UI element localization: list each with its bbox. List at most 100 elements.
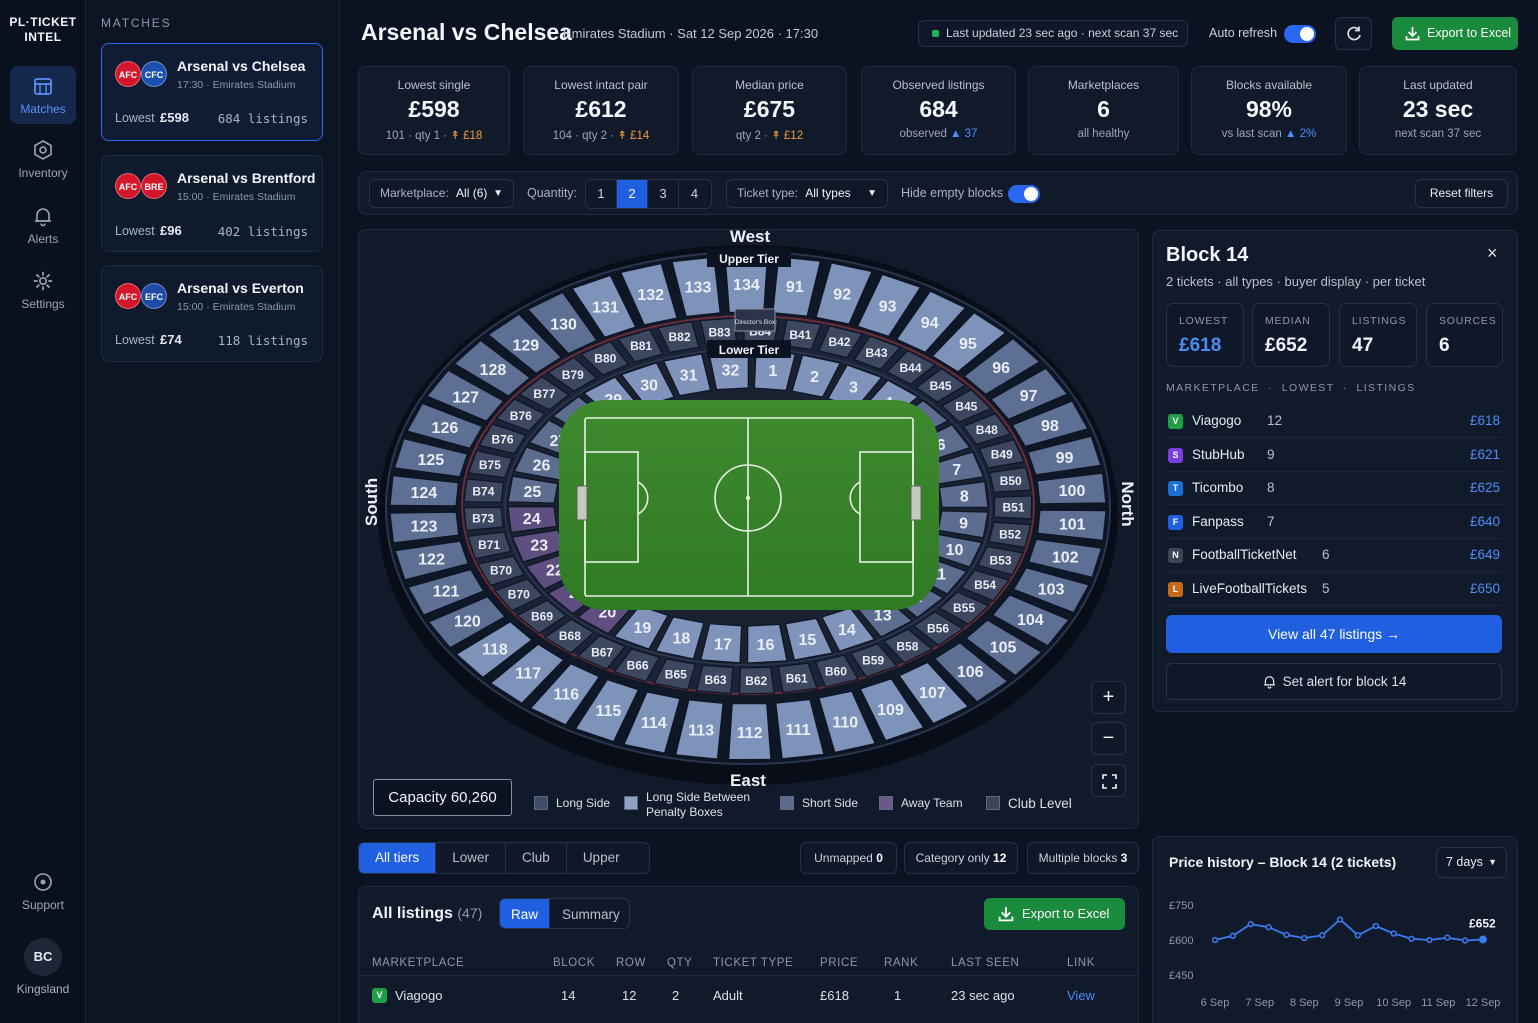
zoom-out-button[interactable]: − — [1091, 722, 1126, 755]
auto-refresh-toggle[interactable] — [1284, 25, 1316, 43]
reset-filters-button[interactable]: Reset filters — [1415, 179, 1508, 208]
price-point[interactable] — [1283, 931, 1290, 939]
block-detail-panel: Block 14 2 tickets · all types · buyer d… — [1152, 230, 1518, 712]
view-all-listings-button[interactable]: View all 47 listings → — [1166, 615, 1502, 653]
marketplace-row[interactable]: V Viagogo 12 £618 — [1166, 405, 1502, 438]
unmapped-chip[interactable]: Unmapped 0 — [800, 842, 897, 874]
view-raw[interactable]: Raw — [500, 899, 551, 928]
tab-all-tiers[interactable]: All tiers — [359, 843, 437, 873]
price-point[interactable] — [1247, 920, 1254, 928]
kpi-sub: vs last scan ▲ 2% — [1221, 128, 1317, 140]
quantity-option-4[interactable]: 4 — [679, 180, 710, 208]
seat-block-label: 97 — [1020, 388, 1038, 405]
seat-block-label: B49 — [991, 448, 1013, 462]
away-team-badge: CFC — [141, 61, 167, 87]
price-point[interactable] — [1336, 916, 1344, 923]
column-header[interactable]: LAST SEEN — [951, 957, 1019, 969]
marketplace-price[interactable]: £650 — [1470, 581, 1500, 596]
fullscreen-button[interactable] — [1091, 764, 1126, 797]
price-point[interactable] — [1372, 922, 1379, 930]
price-point[interactable] — [1444, 934, 1451, 941]
close-icon[interactable]: × — [1487, 243, 1498, 264]
cell-link[interactable]: View — [1067, 988, 1095, 1003]
price-point[interactable] — [1319, 932, 1326, 939]
price-point[interactable] — [1426, 936, 1433, 944]
nav-item-inventory[interactable]: Inventory — [10, 130, 76, 188]
match-card-brentford[interactable]: AFC BRE Arsenal vs Brentford 15:00 · Emi… — [101, 155, 323, 252]
tab-club[interactable]: Club — [506, 843, 567, 873]
nav-item-settings[interactable]: Settings — [10, 261, 76, 319]
column-header[interactable]: QTY — [667, 957, 692, 969]
seat-block-label: B68 — [559, 629, 581, 643]
column-header[interactable]: MARKETPLACE — [372, 957, 464, 969]
seat-block-label: 8 — [960, 489, 969, 506]
range-select[interactable]: 7 days ▼ — [1436, 847, 1507, 878]
nav-item-support[interactable]: Support — [10, 862, 76, 922]
price-point[interactable] — [1301, 934, 1308, 942]
table-row[interactable]: V Viagogo 14 12 2 Adult £618 1 23 sec ago View — [359, 976, 1138, 1016]
marketplace-row[interactable]: N FootballTicketNet 6 £649 — [1166, 539, 1502, 573]
marketplace-price[interactable]: £640 — [1470, 514, 1500, 529]
nav-item-matches[interactable]: Matches — [10, 66, 76, 124]
price-point[interactable] — [1265, 924, 1272, 931]
category-only-chip[interactable]: Category only 12 — [904, 842, 1018, 874]
ticket-type-select[interactable]: Ticket type: All types ▼ — [726, 179, 888, 208]
price-point[interactable] — [1354, 932, 1362, 939]
quantity-option-3[interactable]: 3 — [648, 180, 679, 208]
quantity-option-1[interactable]: 1 — [586, 180, 617, 208]
export-excel-button[interactable]: Export to Excel — [1392, 17, 1518, 50]
avatar[interactable]: BC — [24, 938, 62, 976]
quantity-segmented: 1234 — [585, 179, 712, 209]
tab-lower[interactable]: Lower — [436, 843, 507, 873]
marketplace-price[interactable]: £621 — [1470, 447, 1500, 462]
seat-block-label: 25 — [524, 484, 542, 501]
seat-block-label: B81 — [630, 339, 652, 353]
column-header[interactable]: RANK — [884, 957, 918, 969]
seat-block-label: 104 — [1017, 612, 1044, 629]
home-team-badge: AFC — [115, 283, 141, 309]
marketplace-price[interactable]: £618 — [1470, 413, 1500, 428]
tab-upper[interactable]: Upper — [567, 843, 636, 873]
marketplace-price[interactable]: £625 — [1470, 480, 1500, 495]
column-header[interactable]: BLOCK — [553, 957, 595, 969]
seat-block-label: 16 — [757, 637, 775, 654]
price-point[interactable] — [1211, 936, 1219, 944]
column-header[interactable]: LINK — [1067, 957, 1095, 969]
price-point[interactable] — [1479, 935, 1487, 944]
match-card-everton[interactable]: AFC EFC Arsenal vs Everton 15:00 · Emira… — [101, 265, 323, 362]
price-point[interactable] — [1390, 930, 1397, 937]
quantity-option-2[interactable]: 2 — [617, 180, 648, 208]
hide-empty-toggle[interactable] — [1008, 185, 1040, 203]
marketplace-select[interactable]: Marketplace: All (6) ▼ — [369, 179, 514, 208]
match-card-chelsea[interactable]: AFC CFC Arsenal vs Chelsea 17:30 · Emira… — [101, 43, 323, 141]
left-nav: PL·TICKET INTEL Matches Inventory Alerts… — [0, 0, 86, 1023]
marketplace-row[interactable]: S StubHub 9 £621 — [1166, 439, 1502, 472]
block-title: Block 14 — [1166, 244, 1249, 266]
nav-item-alerts[interactable]: Alerts — [10, 196, 76, 254]
set-alert-button[interactable]: Set alert for block 14 — [1166, 663, 1502, 700]
listings-export-button[interactable]: Export to Excel — [984, 898, 1125, 930]
column-header[interactable]: TICKET TYPE — [713, 957, 793, 969]
marketplace-price[interactable]: £649 — [1470, 547, 1500, 562]
cell-price: £618 — [820, 988, 849, 1003]
column-header[interactable]: ROW — [616, 957, 646, 969]
kpi-label: Lowest single — [397, 78, 471, 92]
marketplace-row[interactable]: T Ticombo 8 £625 — [1166, 472, 1502, 506]
kpi-label: Last updated — [1403, 78, 1473, 92]
seat-block-label: B80 — [594, 352, 616, 366]
marketplace-row[interactable]: L LiveFootballTickets 5 £650 — [1166, 573, 1502, 606]
marketplace-row[interactable]: F Fanpass 7 £640 — [1166, 506, 1502, 539]
multiple-blocks-chip[interactable]: Multiple blocks 3 — [1027, 842, 1139, 874]
zoom-in-button[interactable]: + — [1091, 681, 1126, 714]
refresh-button[interactable] — [1335, 17, 1372, 50]
price-point[interactable] — [1461, 937, 1469, 944]
column-header[interactable]: PRICE — [820, 957, 858, 969]
price-point[interactable] — [1229, 932, 1237, 939]
home-team-badge: AFC — [115, 173, 141, 199]
hide-empty-label: Hide empty blocks — [901, 186, 1004, 200]
seat-block-label: 111 — [786, 722, 811, 739]
marketplace-logo-icon: S — [1168, 447, 1183, 463]
seat-block-label: 115 — [595, 703, 621, 720]
view-summary[interactable]: Summary — [550, 899, 629, 928]
price-point[interactable] — [1408, 935, 1415, 942]
